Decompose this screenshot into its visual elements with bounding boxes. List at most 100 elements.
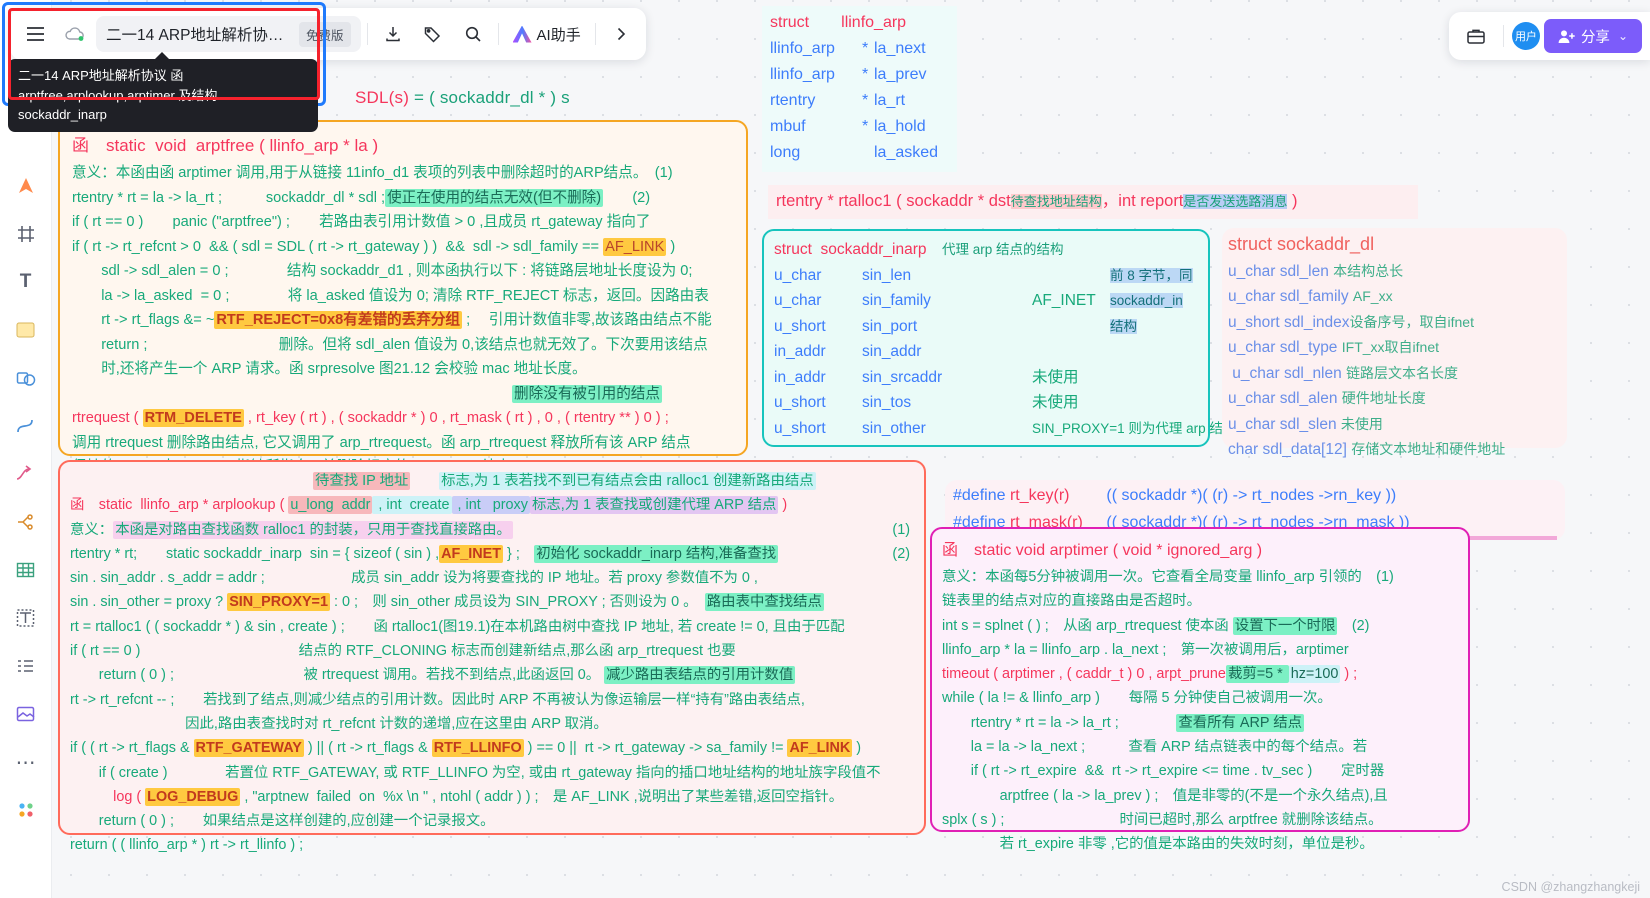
sdl-row-7-note: 未使用: [1340, 415, 1383, 432]
arplookup-if-part-1: if ( ( rt -> rt_flags &: [70, 740, 194, 757]
sdl-row-2: u_char sdl_family AF_xx: [1228, 284, 1561, 310]
inarp-row-3-name: sin_port: [862, 317, 918, 335]
inarp-row-3-type: u_short: [774, 317, 826, 335]
arptfree-rtrequest-post: , rt_key ( rt ) , ( sockaddr * ) 0 , rt_…: [243, 410, 669, 426]
arptfree-line-2-text: rtentry * rt = la -> la_rt ; sockaddr_dl…: [72, 189, 386, 206]
tag-icon[interactable]: [414, 15, 452, 53]
toolbar-divider-1: [366, 23, 368, 45]
text-tool-icon[interactable]: T: [10, 266, 42, 298]
chevron-down-icon[interactable]: ⌄: [1616, 29, 1628, 43]
arptfree-line-3: if ( rt == 0 ) panic ("arptfree") ; 若路由表…: [72, 214, 651, 230]
more-tool-icon[interactable]: ⋯: [10, 746, 42, 778]
search-icon[interactable]: [454, 15, 492, 53]
arplookup-line-6: if ( rt == 0 ) 结点的 RTF_CLONING 标志而创建新结点,…: [70, 643, 736, 660]
arplookup-log-part-2: , "arptnew failed on %x \n " , ntohl ( a…: [240, 788, 844, 805]
textbox-tool-icon[interactable]: [10, 602, 42, 634]
arptfree-line-4: if ( rt -> rt_refcnt > 0 && ( sdl = SDL …: [72, 235, 734, 260]
inarp-title-note: 代理 arp 结点的结构: [942, 242, 1064, 257]
arplookup-hl-ip-addr: 待查找 IP 地址: [313, 472, 411, 490]
define-1-kw: #define: [953, 487, 1006, 504]
arplookup-line-7-text: return ( 0 ) ; 被 rtrequest 调用。若找不到结点,此函返…: [70, 667, 601, 684]
hamburger-icon[interactable]: [16, 15, 54, 53]
struct-sockaddr-inarp[interactable]: struct sockaddr_inarp 代理 arp 结点的结构 u_cha…: [762, 229, 1236, 447]
define-1-name: rt_key(r): [1009, 487, 1070, 504]
inarp-row-7-note: SIN_PROXY=1 则为代理 arp 结点: [1032, 420, 1237, 436]
inarp-row-5-note: 未使用: [1032, 368, 1079, 386]
arptimer-line-3: int s = splnet ( ) ; 从函 arp_rtrequest 使本…: [942, 614, 1458, 638]
arplookup-sig-part-4: ): [778, 497, 788, 514]
arptfree-line-5: sdl -> sdl_alen = 0 ; 结构 sockaddr_d1 , 则…: [72, 263, 693, 279]
sdl-row-8-note: 存储文本地址和硬件地址: [1351, 441, 1506, 457]
arptfree-header: 函 static void arptfree ( llinfo_arp * la…: [72, 136, 379, 155]
inarp-row-2-name: sin_family: [862, 292, 931, 309]
arplookup-mark-1: (1): [892, 521, 910, 538]
left-toolbar[interactable]: T ⋯: [0, 0, 52, 898]
arplookup-mark-2: (2): [892, 545, 910, 562]
arptimer-line-7-text: rtentry * rt = la -> la_rt ;: [942, 714, 1119, 731]
inarp-row-2: u_char sin_family AF_INET sockaddr_in: [774, 288, 1198, 314]
arplookup-line-4: sin . sin_other = proxy ? SIN_PROXY=1 : …: [70, 590, 914, 614]
connector-tool-icon[interactable]: [10, 458, 42, 490]
arptfree-hl-rtf-reject: RTF_REJECT=0x8有差错的丢弃分组: [214, 311, 463, 329]
struct-sockaddr-dl[interactable]: struct sockaddr_dl u_char sdl_len 本结构总长 …: [1222, 228, 1567, 458]
apps-tool-icon[interactable]: [10, 794, 42, 826]
arptfree-line-7: rt -> rt_flags &= ~ RTF_REJECT=0x8有差错的丢弃分…: [72, 308, 734, 333]
arplookup-line-9: 因此,路由表查找时对 rt_refcnt 计数的递增,应在这里由 ARP 取消。: [70, 715, 608, 732]
list-tool-icon[interactable]: [10, 650, 42, 682]
document-title-chip[interactable]: 二一14 ARP地址解析协议 ... 免费版: [96, 16, 361, 52]
inarp-row-7-type: u_short: [774, 419, 826, 437]
top-toolbar[interactable]: 二一14 ARP地址解析协议 ... 免费版 AI助手: [10, 8, 646, 60]
sdl-row-1: u_char sdl_len 本结构总长: [1228, 259, 1561, 285]
ai-logo-icon: [512, 25, 532, 43]
arptimer-line-3-text: int s = splnet ( ) ; 从函 arp_rtrequest 使本…: [942, 617, 1229, 634]
llinfo-row-5: long la_asked: [770, 140, 949, 166]
note-arptfree[interactable]: 函 static void arptfree ( llinfo_arp * la…: [58, 120, 748, 475]
arplookup-hl-lookup-route: 路由表中查找结点: [704, 593, 824, 612]
briefcase-icon[interactable]: [1457, 17, 1495, 55]
arplookup-hl-af-link: AF_LINK: [787, 739, 853, 758]
download-icon[interactable]: [374, 15, 412, 53]
sdl-row-8: char sdl_data[12] 存储文本地址和硬件地址: [1228, 437, 1561, 463]
share-user-icon: [1558, 29, 1575, 43]
llinfo-row-5-name: la_asked: [874, 144, 939, 161]
rtalloc1-part-1: rtentry * rtalloc1 ( sockaddr * dst: [776, 192, 1011, 210]
shape-tool-icon[interactable]: [10, 362, 42, 394]
image-tool-icon[interactable]: [10, 698, 42, 730]
mindmap-tool-icon[interactable]: [10, 506, 42, 538]
rtalloc1-part-2: ，int report: [1101, 192, 1184, 210]
rtalloc1-prototype[interactable]: rtentry * rtalloc1 ( sockaddr * dst待查找地址…: [768, 185, 1418, 219]
ai-assistant-button[interactable]: AI助手: [505, 15, 589, 53]
arptimer-hl-view-all-arp: 查看所有 ARP 结点: [1176, 713, 1304, 732]
chevron-right-icon[interactable]: [602, 15, 640, 53]
inarp-row-2-hl: sockaddr_in: [1110, 293, 1183, 308]
arptimer-line-8: la = la -> la_next ; 查看 ARP 结点链表中的每个结点。若: [942, 739, 1368, 756]
arplookup-line-8: rt -> rt_refcnt -- ; 若找到了结点,则减少结点的引用计数。因…: [70, 691, 805, 708]
share-button[interactable]: 分享 ⌄: [1543, 19, 1642, 53]
inarp-title-row: struct sockaddr_inarp 代理 arp 结点的结构: [774, 237, 1198, 263]
frame-tool-icon[interactable]: [10, 218, 42, 250]
arplookup-hl-log-debug: LOG_DEBUG: [145, 787, 241, 806]
top-right-toolbar[interactable]: 用户 分享 ⌄: [1448, 12, 1650, 60]
sdl-row-1-decl: u_char sdl_len: [1228, 262, 1329, 280]
note-arplookup[interactable]: 待查找 IP 地址 标志,为 1 表若找不到已有结点会由 ralloc1 创建新…: [58, 460, 926, 853]
note-arptimer[interactable]: 函 static void arptimer ( void * ignored_…: [930, 527, 1470, 852]
select-tool-icon[interactable]: [10, 170, 42, 202]
arplookup-sig-addr: u_long addr: [288, 496, 373, 515]
table-tool-icon[interactable]: [10, 554, 42, 586]
arplookup-if-part-4: ): [852, 740, 862, 757]
arptfree-hl-af-link: AF_LINK: [603, 237, 667, 256]
right-toolbar-divider: [1502, 25, 1504, 47]
struct-llinfo-arp[interactable]: struct llinfo_arp llinfo_arp * la_next lli…: [762, 6, 957, 172]
arptfree-line-1: 意义：本函由函 arptimer 调用,用于从链接 11info_d1 表项的列…: [72, 165, 673, 181]
llinfo-struct-name: llinfo_arp: [841, 14, 907, 31]
arplookup-if-line: if ( ( rt -> rt_flags & RTF_GATEWAY ) ||…: [70, 736, 914, 760]
inarp-row-2-type: u_char: [774, 292, 822, 309]
arptimer-line-7: rtentry * rt = la -> la_rt ; 查看所有 ARP 结点: [942, 711, 1458, 735]
inarp-row-6-note: 未使用: [1032, 394, 1079, 411]
arptimer-line-9: if ( rt -> rt_expire && rt -> rt_expire …: [942, 763, 1385, 780]
sticky-note-tool-icon[interactable]: [10, 314, 42, 346]
avatar[interactable]: 用户: [1511, 22, 1540, 50]
arplookup-sin-proxy-tail: : 0 ; 则 sin_other 成员设为 SIN_PROXY ; 否则设为 …: [329, 594, 691, 611]
pen-tool-icon[interactable]: [10, 410, 42, 442]
sdl-row-2-decl: u_char sdl_family: [1228, 288, 1349, 305]
